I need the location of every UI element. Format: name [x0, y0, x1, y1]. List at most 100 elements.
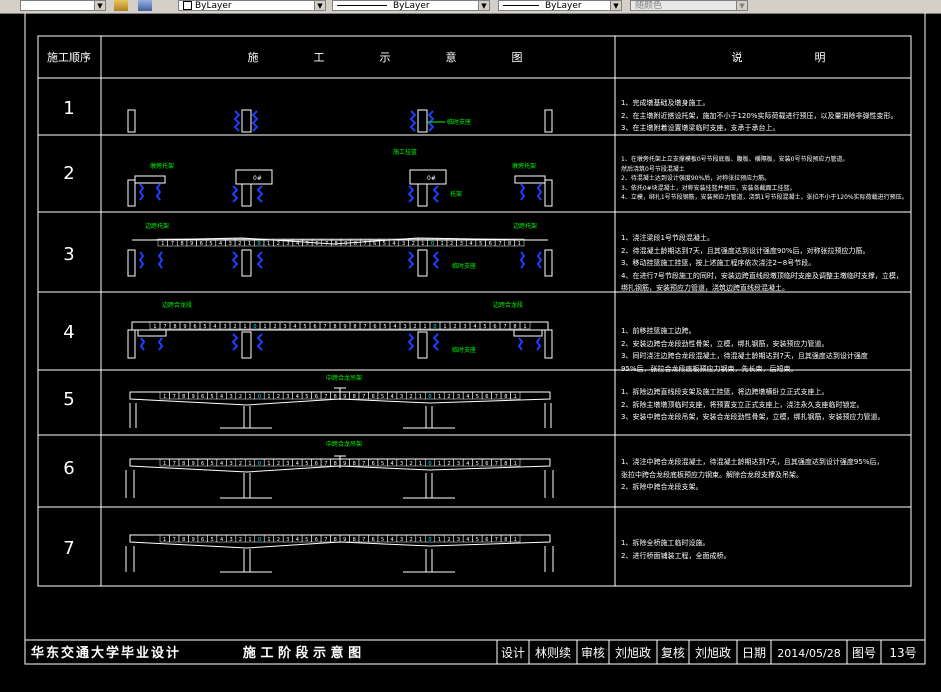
layer-manager-icon[interactable] — [114, 0, 128, 11]
note-line: 1、前移挂篮施工边跨。 — [621, 327, 696, 335]
segment-number: 6 — [315, 241, 318, 247]
segment-number: 2 — [239, 394, 242, 400]
segment-number: 5 — [203, 324, 206, 330]
segment-number: 2 — [447, 394, 450, 400]
segment-number: 6 — [201, 394, 204, 400]
note-line: 3、在主墩附着设置墩梁临时支座，支承于承台上。 — [621, 124, 780, 132]
segment-number: 8 — [353, 461, 356, 467]
header-notes-char: 说 — [732, 50, 743, 64]
segment-number: 6 — [373, 241, 376, 247]
segment-label: 0# — [427, 175, 436, 182]
segment-number: 2 — [233, 324, 236, 330]
recheck-label: 复核 — [661, 646, 685, 660]
segment-number: 6 — [485, 537, 488, 543]
segment-number: 6 — [193, 324, 196, 330]
chevron-down-icon[interactable]: ▼ — [478, 1, 489, 10]
step-4-diagram: 边跨合龙段 边跨合龙段 临时支座 — [127, 301, 553, 359]
drawing-title: 施 工 阶 段 示 意 图 — [243, 645, 361, 661]
linetype-dropdown[interactable]: ByLayer ▼ — [332, 0, 490, 11]
segment-number: 2 — [409, 461, 412, 467]
segment-number: 4 — [391, 537, 394, 543]
segment-label: 0# — [253, 175, 262, 182]
segment-number: 2 — [453, 324, 456, 330]
chevron-down-icon[interactable]: ▼ — [736, 1, 747, 10]
lineweight-sample — [503, 5, 539, 6]
segment-number: 6 — [493, 324, 496, 330]
date-label: 日期 — [742, 646, 766, 660]
layer-previous-icon[interactable] — [138, 0, 152, 11]
lineweight-dropdown[interactable]: ByLayer ▼ — [498, 0, 622, 11]
step3-label: 边跨托架 — [145, 222, 169, 230]
segment-number: 9 — [343, 394, 346, 400]
segment-number: 4 — [296, 241, 299, 247]
segment-number: 0 — [433, 324, 436, 330]
layer-dropdown[interactable]: ByLayer ▼ — [178, 0, 326, 11]
color-dropdown[interactable]: ▼ — [20, 0, 106, 11]
segment-number: 7 — [324, 394, 327, 400]
step-6-diagram: 中跨合龙吊架 — [125, 440, 554, 499]
note-line: 2、拆除主墩墩顶临时支座，将预置支立正式支座上，浇注永久支座临时锁定。 — [621, 400, 864, 409]
segment-number: 6 — [485, 461, 488, 467]
header-diagram-char: 工 — [314, 51, 325, 64]
segment-number: 6 — [373, 324, 376, 330]
segment-number: 7 — [362, 537, 365, 543]
segment-number: 7 — [495, 461, 498, 467]
step4-label: 边跨合龙段 — [162, 301, 192, 309]
segment-number: 7 — [163, 324, 166, 330]
segment-number: 1 — [163, 461, 166, 467]
segment-number: 8 — [504, 461, 507, 467]
segment-number: 3 — [229, 537, 232, 543]
segment-number: 7 — [498, 241, 501, 247]
note-line: 3、同时浇注边跨合龙段混凝土，待混凝土龄期达到7天，且其强度达到设计强度 — [621, 352, 868, 360]
step3-label: 临时支座 — [452, 262, 476, 270]
segment-number: 6 — [372, 537, 375, 543]
segment-number: 6 — [372, 461, 375, 467]
step2-label: 施工挂篮 — [393, 148, 417, 156]
segment-number: 3 — [403, 324, 406, 330]
segment-number: 2 — [239, 537, 242, 543]
segment-number: 0 — [253, 324, 256, 330]
segment-number: 7 — [362, 461, 365, 467]
segment-number: 6 — [201, 537, 204, 543]
chevron-down-icon[interactable]: ▼ — [314, 1, 325, 10]
segment-number: 5 — [209, 241, 212, 247]
segment-number: 2 — [447, 537, 450, 543]
note-line: 1、拆除全桥施工临时设施。 — [621, 539, 710, 547]
chevron-down-icon[interactable]: ▼ — [610, 1, 621, 10]
segment-number: 7 — [362, 394, 365, 400]
segment-number: 2 — [409, 537, 412, 543]
segment-number: 7 — [173, 537, 176, 543]
segment-number: 3 — [286, 394, 289, 400]
segment-number: 7 — [173, 394, 176, 400]
header-sequence: 施工顺序 — [47, 50, 91, 64]
reviewer-name: 刘旭政 — [615, 646, 651, 660]
segment-number: 3 — [463, 324, 466, 330]
segment-number: 2 — [277, 241, 280, 247]
segment-number: 7 — [363, 241, 366, 247]
step-number: 6 — [63, 458, 74, 479]
chevron-down-icon[interactable]: ▼ — [94, 1, 105, 10]
segment-number: 1 — [423, 324, 426, 330]
temp-support-label: 临时支座 — [447, 118, 471, 126]
segment-number: 5 — [381, 537, 384, 543]
header-diagram-char: 图 — [512, 51, 523, 64]
segment-number: 3 — [286, 241, 289, 247]
segment-number: 4 — [293, 324, 296, 330]
segment-number: 8 — [173, 324, 176, 330]
segment-number: 2 — [277, 537, 280, 543]
segment-number: 5 — [476, 394, 479, 400]
segment-number: 7 — [324, 461, 327, 467]
plotstyle-dropdown[interactable]: 随颜色 ▼ — [630, 0, 748, 11]
segment-number: 3 — [229, 461, 232, 467]
segment-number: 5 — [476, 537, 479, 543]
note-line: 1、浇注中跨合龙段混凝土，待混凝土龄期达到7天，且其强度达到设计强度95%后， — [621, 458, 884, 466]
segment-number: 5 — [306, 241, 309, 247]
segment-number: 0 — [428, 461, 431, 467]
note-line: 1、完成墩基础及墩身施工。 — [621, 99, 710, 107]
segment-number: 1 — [514, 461, 517, 467]
segment-number: 9 — [183, 324, 186, 330]
segment-number: 1 — [248, 394, 251, 400]
segment-number: 1 — [153, 324, 156, 330]
segment-number: 8 — [182, 537, 185, 543]
linetype-sample — [337, 5, 387, 6]
